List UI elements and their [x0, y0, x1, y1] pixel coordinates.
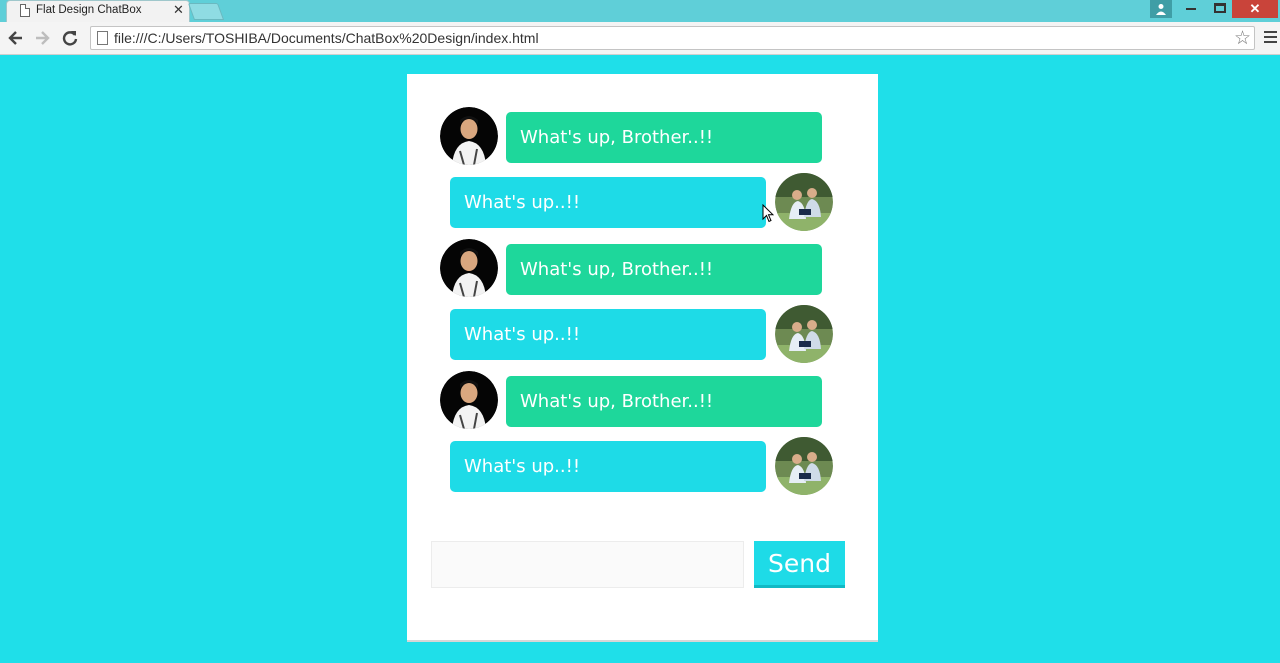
chat-message-row: What's up..!! — [407, 437, 878, 495]
receiver-avatar — [775, 305, 833, 363]
tab-close-icon[interactable]: ✕ — [173, 2, 184, 18]
chat-message-row: What's up..!! — [407, 173, 878, 231]
forward-icon[interactable] — [32, 28, 52, 48]
outgoing-message-bubble: What's up..!! — [450, 177, 766, 228]
send-button[interactable]: Send — [754, 541, 845, 588]
page-icon — [20, 4, 30, 17]
chat-message-row: What's up..!! — [407, 305, 878, 363]
incoming-message-bubble: What's up, Brother..!! — [506, 244, 822, 295]
tab-title: Flat Design ChatBox — [36, 4, 142, 16]
star-icon[interactable]: ☆ — [1234, 27, 1251, 49]
address-bar[interactable]: file:///C:/Users/TOSHIBA/Documents/ChatB… — [90, 26, 1255, 50]
incoming-message-bubble: What's up, Brother..!! — [506, 376, 822, 427]
maximize-icon[interactable] — [1214, 3, 1226, 13]
chat-message-row: What's up, Brother..!! — [407, 239, 878, 297]
receiver-avatar — [775, 437, 833, 495]
sender-avatar — [440, 239, 498, 297]
user-icon[interactable] — [1150, 0, 1172, 18]
incoming-message-bubble: What's up, Brother..!! — [506, 112, 822, 163]
receiver-avatar — [775, 173, 833, 231]
outgoing-message-bubble: What's up..!! — [450, 441, 766, 492]
message-input[interactable] — [431, 541, 744, 588]
chat-message-row: What's up, Brother..!! — [407, 107, 878, 165]
new-tab-button[interactable] — [187, 3, 225, 20]
page-icon — [97, 31, 108, 45]
mouse-cursor-icon — [762, 204, 774, 223]
close-icon[interactable]: ✕ — [1232, 0, 1278, 18]
sender-avatar — [440, 371, 498, 429]
sender-avatar — [440, 107, 498, 165]
browser-toolbar: file:///C:/Users/TOSHIBA/Documents/ChatB… — [0, 22, 1280, 55]
back-icon[interactable] — [6, 28, 26, 48]
window-titlebar: Flat Design ChatBox ✕ ✕ — [0, 0, 1280, 22]
minimize-icon[interactable] — [1186, 8, 1196, 10]
browser-tab[interactable]: Flat Design ChatBox ✕ — [6, 0, 190, 22]
menu-icon[interactable] — [1264, 31, 1277, 43]
reload-icon[interactable] — [60, 28, 80, 48]
url-text[interactable]: file:///C:/Users/TOSHIBA/Documents/ChatB… — [114, 30, 539, 46]
chat-box: What's up, Brother..!! What's up..!! Wha… — [407, 74, 878, 642]
chat-message-row: What's up, Brother..!! — [407, 371, 878, 429]
outgoing-message-bubble: What's up..!! — [450, 309, 766, 360]
